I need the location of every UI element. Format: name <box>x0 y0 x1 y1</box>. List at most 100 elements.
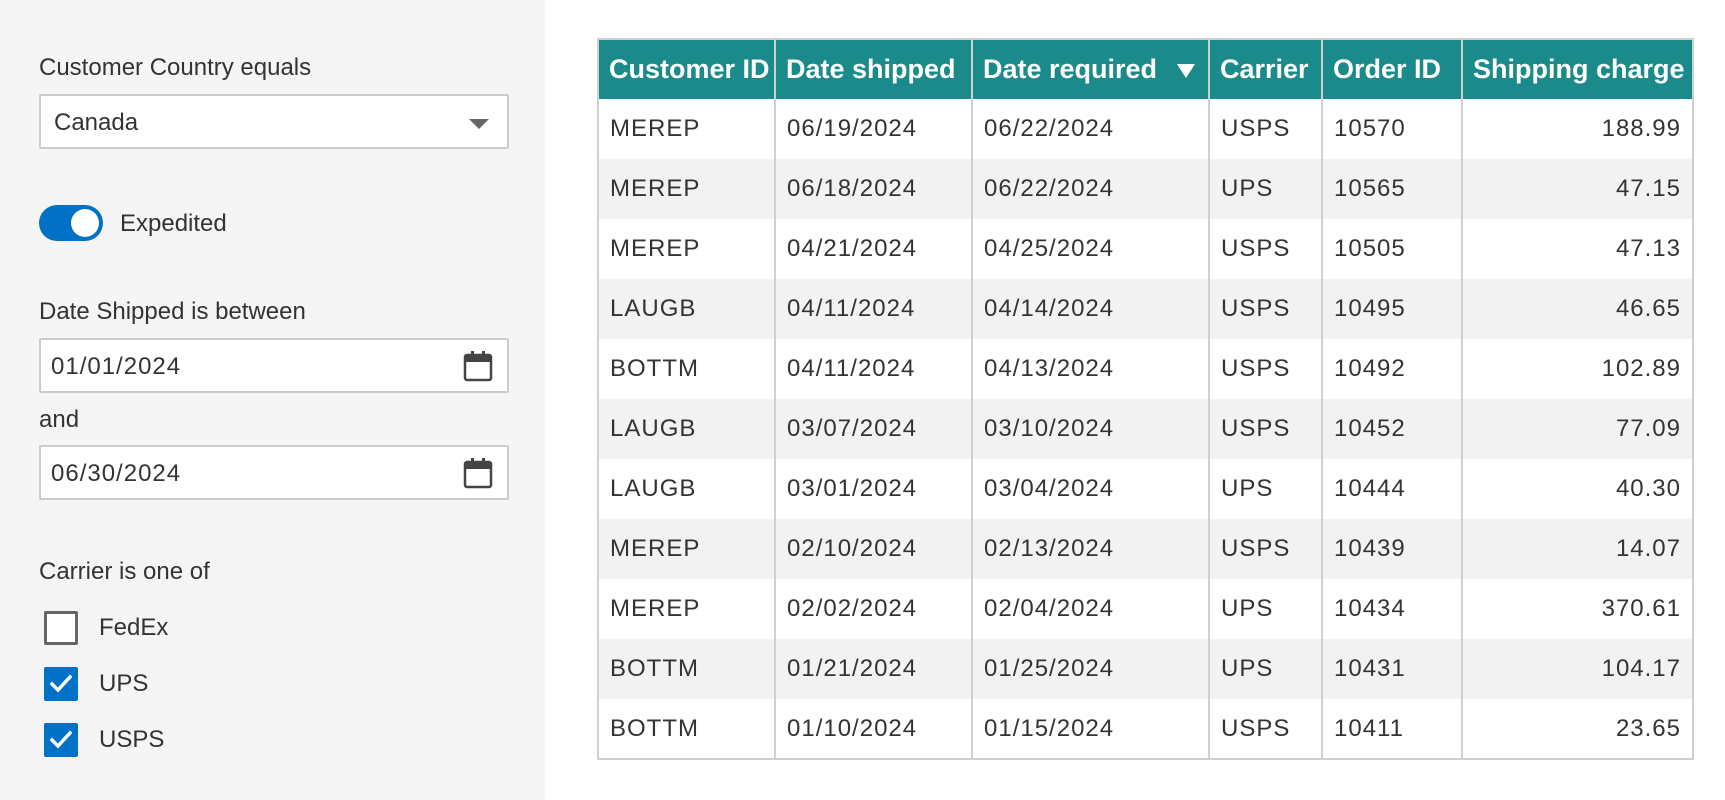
cell-carrier: UPS <box>1209 159 1323 219</box>
checkbox-checked[interactable] <box>44 667 78 701</box>
cell-date-shipped: 02/10/2024 <box>775 519 973 579</box>
cell-carrier: USPS <box>1209 339 1323 399</box>
column-header-label: Date shipped <box>786 54 956 84</box>
cell-customer-id: LAUGB <box>598 279 776 339</box>
filter-sidebar: Customer Country equals Canada Expedited… <box>0 0 545 800</box>
cell-date-shipped: 01/10/2024 <box>775 699 973 759</box>
sort-descending-icon[interactable] <box>1177 63 1196 78</box>
cell-shipping-charge: 23.65 <box>1615 714 1681 742</box>
column-header-label: Customer ID <box>609 54 770 84</box>
country-select[interactable]: Canada <box>39 94 509 149</box>
cell-date-shipped: 02/02/2024 <box>775 579 973 639</box>
app: Customer Country equals Canada Expedited… <box>0 0 1725 800</box>
cell-date-required: 01/15/2024 <box>972 699 1210 759</box>
table-row[interactable]: LAUGB 03/01/2024 03/04/2024 UPS 10444 40… <box>598 459 1693 519</box>
column-header-customer-id[interactable]: Customer ID <box>598 39 776 99</box>
cell-shipping-charge: 47.15 <box>1615 175 1681 202</box>
chevron-down-icon[interactable] <box>469 119 489 129</box>
expedited-label: Expedited <box>120 210 227 237</box>
cell-customer-id: BOTTM <box>598 639 776 699</box>
expedited-toggle[interactable] <box>39 205 103 241</box>
country-select-value: Canada <box>54 109 139 136</box>
carrier-option-label: UPS <box>99 670 149 697</box>
cell-order-id: 10505 <box>1322 219 1463 279</box>
cell-date-required: 06/22/2024 <box>972 99 1210 159</box>
cell-date-shipped: 04/11/2024 <box>775 279 973 339</box>
cell-date-required: 02/13/2024 <box>972 519 1210 579</box>
cell-customer-id: LAUGB <box>598 459 776 519</box>
cell-customer-id: MEREP <box>598 219 776 279</box>
cell-date-shipped: 06/19/2024 <box>775 99 973 159</box>
column-header-date-shipped[interactable]: Date shipped <box>775 39 973 99</box>
carrier-option-label: FedEx <box>99 614 169 641</box>
cell-customer-id: BOTTM <box>598 699 776 759</box>
cell-date-shipped: 04/21/2024 <box>775 219 973 279</box>
checkmark-icon <box>50 730 72 749</box>
date-to-value: 06/30/2024 <box>51 460 182 487</box>
checkbox-checked[interactable] <box>44 723 78 757</box>
table-row[interactable]: MEREP 04/21/2024 04/25/2024 USPS 10505 4… <box>598 219 1693 279</box>
cell-shipping-charge: 104.17 <box>1601 655 1681 682</box>
cell-carrier: UPS <box>1209 579 1323 639</box>
cell-customer-id: MEREP <box>598 159 776 219</box>
carrier-option-label: USPS <box>99 726 165 753</box>
table-row[interactable]: MEREP 06/18/2024 06/22/2024 UPS 10565 47… <box>598 159 1693 219</box>
table-row[interactable]: BOTTM 01/10/2024 01/15/2024 USPS 10411 2… <box>598 699 1693 759</box>
cell-order-id: 10434 <box>1322 579 1463 639</box>
table-row[interactable]: BOTTM 04/11/2024 04/13/2024 USPS 10492 1… <box>598 339 1693 399</box>
table-row[interactable]: MEREP 06/19/2024 06/22/2024 USPS 10570 1… <box>598 99 1693 159</box>
cell-customer-id: MEREP <box>598 519 776 579</box>
table-row[interactable]: LAUGB 03/07/2024 03/10/2024 USPS 10452 7… <box>598 399 1693 459</box>
cell-date-required: 02/04/2024 <box>972 579 1210 639</box>
country-filter-label: Customer Country equals <box>39 54 312 81</box>
date-shipped-label: Date Shipped is between <box>39 298 306 325</box>
table-row[interactable]: MEREP 02/10/2024 02/13/2024 USPS 10439 1… <box>598 519 1693 579</box>
table-row[interactable]: BOTTM 01/21/2024 01/25/2024 UPS 10431 10… <box>598 639 1693 699</box>
cell-date-required: 01/25/2024 <box>972 639 1210 699</box>
cell-date-shipped: 03/01/2024 <box>775 459 973 519</box>
table-row[interactable]: MEREP 02/02/2024 02/04/2024 UPS 10434 37… <box>598 579 1693 639</box>
cell-date-required: 04/13/2024 <box>972 339 1210 399</box>
date-from-value: 01/01/2024 <box>51 353 182 380</box>
date-from-field[interactable]: 01/01/2024 <box>39 338 509 393</box>
column-header-label: Order ID <box>1333 54 1442 84</box>
cell-date-required: 04/25/2024 <box>972 219 1210 279</box>
column-header-label: Date required <box>983 54 1158 84</box>
calendar-icon[interactable] <box>463 457 493 489</box>
cell-shipping-charge: 77.09 <box>1615 415 1681 442</box>
checkbox-unchecked[interactable] <box>44 611 78 645</box>
cell-customer-id: MEREP <box>598 99 776 159</box>
date-to-field[interactable]: 06/30/2024 <box>39 445 509 500</box>
cell-date-required: 06/22/2024 <box>972 159 1210 219</box>
column-header-order-id[interactable]: Order ID <box>1322 39 1463 99</box>
column-header-date-required[interactable]: Date required <box>972 39 1210 99</box>
cell-shipping-charge: 188.99 <box>1601 115 1681 142</box>
date-and-label: and <box>39 406 80 433</box>
cell-order-id: 10492 <box>1322 339 1463 399</box>
column-header-shipping-charge[interactable]: Shipping charge <box>1462 39 1693 99</box>
cell-order-id: 10452 <box>1322 399 1463 459</box>
cell-carrier: USPS <box>1209 399 1323 459</box>
cell-date-shipped: 06/18/2024 <box>775 159 973 219</box>
cell-order-id: 10570 <box>1322 99 1463 159</box>
cell-date-shipped: 01/21/2024 <box>775 639 973 699</box>
table-row[interactable]: LAUGB 04/11/2024 04/14/2024 USPS 10495 4… <box>598 279 1693 339</box>
cell-date-shipped: 03/07/2024 <box>775 399 973 459</box>
cell-shipping-charge: 47.13 <box>1615 235 1681 262</box>
orders-table-container: Customer ID Date shipped Date required C… <box>597 38 1694 760</box>
cell-carrier: USPS <box>1209 699 1323 759</box>
cell-order-id: 10565 <box>1322 159 1463 219</box>
orders-table: Customer ID Date shipped Date required C… <box>597 38 1694 760</box>
cell-carrier: UPS <box>1209 639 1323 699</box>
cell-order-id: 10495 <box>1322 279 1463 339</box>
column-header-label: Carrier <box>1220 54 1309 84</box>
checkmark-icon <box>50 674 72 693</box>
cell-carrier: USPS <box>1209 99 1323 159</box>
cell-shipping-charge: 46.65 <box>1615 295 1681 322</box>
calendar-icon[interactable] <box>463 350 493 382</box>
cell-date-required: 04/14/2024 <box>972 279 1210 339</box>
cell-order-id: 10444 <box>1322 459 1463 519</box>
cell-shipping-charge: 14.07 <box>1615 535 1681 562</box>
column-header-carrier[interactable]: Carrier <box>1209 39 1323 99</box>
cell-customer-id: MEREP <box>598 579 776 639</box>
